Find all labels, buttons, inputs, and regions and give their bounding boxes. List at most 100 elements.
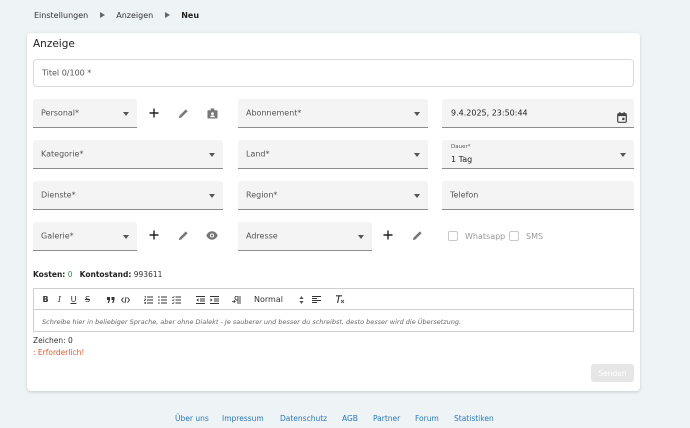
footer-link-impressum[interactable]: Impressum: [222, 414, 264, 423]
sms-checkbox[interactable]: SMS: [509, 231, 543, 241]
footer-nav: Über uns Impressum Datenschutz AGB Partn…: [0, 414, 690, 426]
footer-link-datenschutz[interactable]: Datenschutz: [280, 414, 327, 423]
calendar-icon[interactable]: [617, 108, 627, 127]
ad-form-card: Anzeige Titel 0/100 * Personal* Abonneme…: [27, 33, 640, 391]
breadcrumb-item-anzeigen[interactable]: Anzeigen: [116, 11, 153, 20]
clear-format-icon[interactable]: [335, 293, 345, 306]
edit-galerie-button[interactable]: [175, 227, 191, 243]
kategorie-select-label: Kategorie*: [41, 149, 84, 159]
telefon-input-label: Telefon: [450, 190, 479, 200]
dauer-select-label: Dauer*: [451, 144, 471, 150]
italic-icon[interactable]: I: [55, 293, 64, 306]
telefon-input[interactable]: Telefon: [442, 181, 634, 210]
breadcrumb-separator-icon: [100, 12, 106, 18]
datetime-value: 9.4.2025, 23:50:44: [451, 108, 528, 118]
whatsapp-checkbox[interactable]: Whatsapp: [448, 231, 505, 241]
footer-link-forum[interactable]: Forum: [415, 414, 439, 423]
chevron-down-icon: [620, 153, 626, 157]
checklist-icon[interactable]: [171, 293, 181, 306]
land-select-label: Land*: [246, 149, 270, 159]
code-block-icon[interactable]: [120, 293, 130, 306]
datetime-input[interactable]: 9.4.2025, 23:50:44: [442, 99, 634, 128]
edit-adresse-button[interactable]: [409, 227, 425, 243]
kategorie-select[interactable]: Kategorie*: [33, 140, 223, 169]
indent-icon[interactable]: [209, 293, 219, 306]
breadcrumb-item-einstellungen[interactable]: Einstellungen: [34, 11, 88, 20]
outdent-icon[interactable]: [195, 293, 205, 306]
strikethrough-icon[interactable]: S: [83, 293, 92, 306]
whatsapp-checkbox-label: Whatsapp: [465, 231, 506, 241]
editor-content[interactable]: Schreibe hier in beliebiger Sprache, abe…: [42, 318, 461, 326]
abonnement-select-label: Abonnement*: [246, 108, 302, 118]
region-select[interactable]: Region*: [238, 181, 428, 210]
pencil-icon: [412, 230, 422, 240]
bold-icon[interactable]: B: [41, 293, 50, 306]
kontostand-value: 993611: [133, 270, 163, 279]
kosten-value: 0: [67, 270, 73, 279]
add-adresse-button[interactable]: [380, 227, 396, 243]
chevron-down-icon: [414, 112, 420, 116]
dauer-select[interactable]: Dauer* 1 Tag: [442, 140, 634, 169]
char-counter: Zeichen: 0: [33, 336, 73, 345]
chevron-down-icon: [123, 112, 129, 116]
id-badge-icon: [206, 107, 218, 119]
title-input[interactable]: Titel 0/100 *: [33, 59, 634, 87]
add-personal-button[interactable]: [146, 105, 162, 121]
chevron-down-icon: [209, 153, 215, 157]
bullet-list-icon[interactable]: [157, 293, 167, 306]
personal-select[interactable]: Personal*: [33, 99, 137, 128]
breadcrumb: Einstellungen Anzeigen Neu: [34, 8, 199, 22]
chevron-down-icon: [123, 235, 129, 239]
view-galerie-button[interactable]: [204, 227, 220, 243]
dienste-select[interactable]: Dienste*: [33, 181, 223, 210]
blockquote-icon[interactable]: [106, 293, 116, 306]
select-arrows-icon: [299, 295, 304, 304]
abonnement-select[interactable]: Abonnement*: [238, 99, 428, 128]
region-select-label: Region*: [246, 190, 278, 200]
text-direction-icon[interactable]: [231, 293, 241, 306]
footer-link-ueber-uns[interactable]: Über uns: [175, 414, 209, 423]
sms-checkbox-label: SMS: [526, 231, 544, 241]
underline-icon[interactable]: U: [69, 293, 78, 306]
galerie-select-label: Galerie*: [41, 231, 74, 241]
card-title: Anzeige: [33, 38, 75, 50]
plus-icon: [149, 230, 159, 240]
eye-icon: [206, 230, 218, 240]
edit-personal-button[interactable]: [175, 105, 191, 121]
whatsapp-checkbox-box[interactable]: [448, 231, 458, 241]
editor-toolbar: B I U S Normal: [34, 289, 633, 310]
dienste-select-label: Dienste*: [41, 190, 76, 200]
adresse-select-label: Adresse: [246, 231, 278, 241]
footer-link-statistiken[interactable]: Statistiken: [454, 414, 494, 423]
pencil-icon: [178, 230, 188, 240]
costs-line: Kosten: 0 Kontostand: 993611: [33, 270, 162, 279]
pencil-icon: [178, 108, 188, 118]
chevron-down-icon: [209, 194, 215, 198]
chevron-down-icon: [414, 153, 420, 157]
chevron-down-icon: [358, 235, 364, 239]
breadcrumb-current: Neu: [181, 10, 200, 20]
title-input-label: Titel 0/100 *: [42, 68, 92, 78]
add-galerie-button[interactable]: [146, 227, 162, 243]
footer-link-partner[interactable]: Partner: [373, 414, 400, 423]
format-select-value: Normal: [254, 295, 283, 304]
plus-icon: [383, 230, 393, 240]
required-message: : Erforderlich!: [33, 348, 85, 357]
sms-checkbox-box[interactable]: [509, 231, 519, 241]
land-select[interactable]: Land*: [238, 140, 428, 169]
footer-link-agb[interactable]: AGB: [342, 414, 358, 423]
align-icon[interactable]: [311, 293, 321, 306]
galerie-select[interactable]: Galerie*: [33, 222, 137, 251]
send-button[interactable]: Senden: [591, 364, 634, 382]
plus-icon: [149, 108, 159, 118]
ordered-list-icon[interactable]: [143, 293, 153, 306]
breadcrumb-separator-icon: [165, 12, 171, 18]
personal-id-button[interactable]: [204, 105, 220, 121]
dauer-select-value: 1 Tag: [451, 155, 473, 164]
personal-select-label: Personal*: [41, 108, 80, 118]
rich-text-editor: B I U S Normal Schreibe hier in beliebig…: [33, 288, 634, 332]
format-select[interactable]: Normal: [254, 293, 304, 306]
kontostand-label: Kontostand:: [79, 270, 132, 279]
kosten-label: Kosten:: [33, 270, 66, 279]
adresse-select[interactable]: Adresse: [238, 222, 372, 251]
